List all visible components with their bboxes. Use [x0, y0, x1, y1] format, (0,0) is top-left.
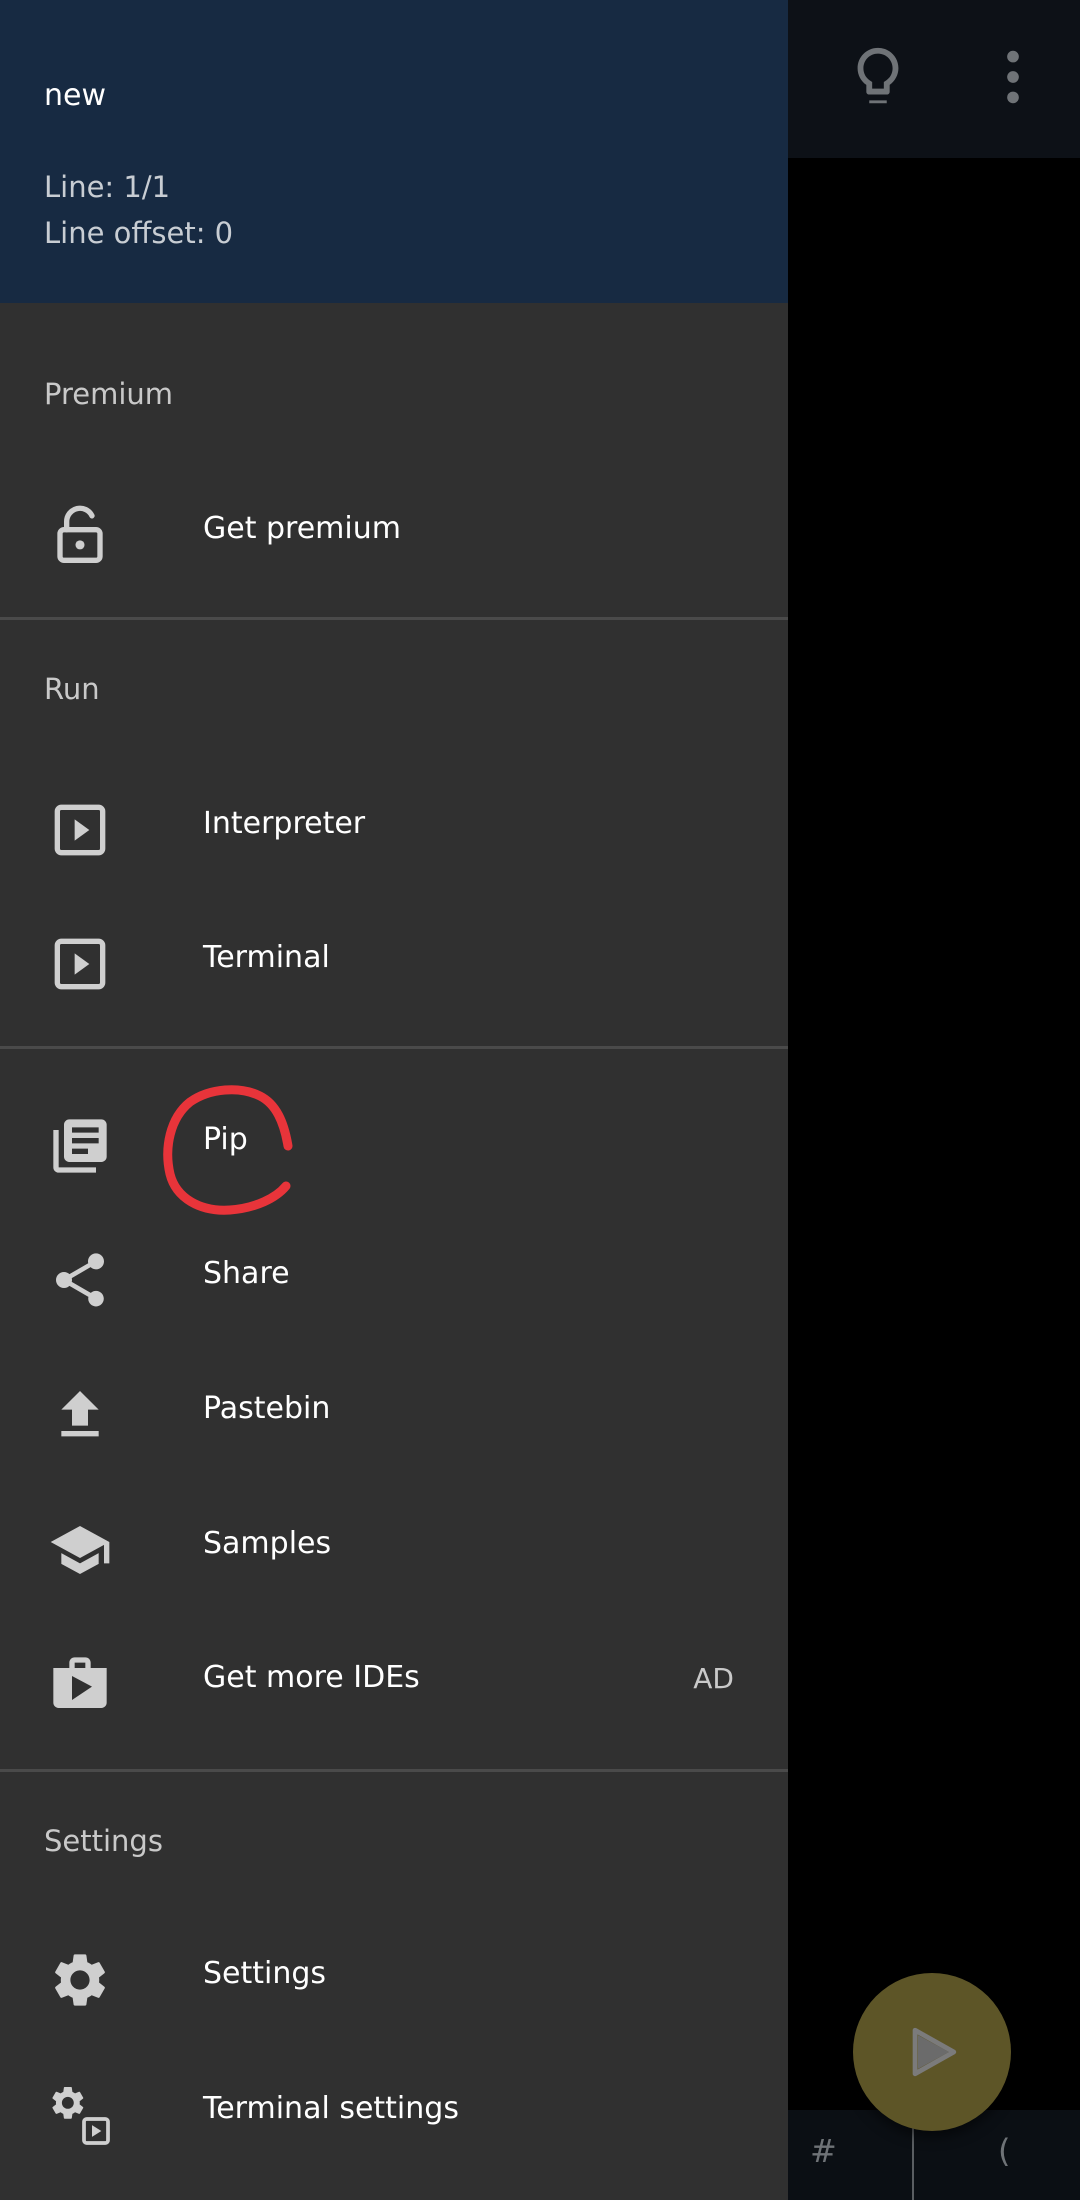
- more-vert-icon[interactable]: [978, 42, 1048, 112]
- line-info: Line: 1/1: [44, 170, 171, 204]
- gear-icon: [55, 1954, 105, 2006]
- menu-item-terminal[interactable]: Terminal: [0, 892, 788, 1026]
- line-offset-info: Line offset: 0: [44, 216, 234, 250]
- drawer-header: new Line: 1/1 Line offset: 0: [0, 0, 788, 303]
- menu-item-get-more-ides[interactable]: Get more IDEs AD: [0, 1612, 788, 1746]
- menu-item-pastebin[interactable]: Pastebin: [0, 1343, 788, 1477]
- play-icon: [912, 2027, 957, 2077]
- play-box-icon: [54, 804, 106, 856]
- divider: [0, 617, 788, 620]
- divider: [0, 1769, 788, 1772]
- menu-item-label: Terminal settings: [203, 2091, 459, 2126]
- section-title-run: Run: [44, 672, 100, 706]
- gear-play-icon: [52, 2086, 110, 2145]
- menu-item-label: Samples: [203, 1526, 332, 1561]
- school-icon: [50, 1526, 110, 1574]
- upload-icon: [61, 1391, 99, 1437]
- section-title-premium: Premium: [44, 377, 174, 411]
- menu-item-label: Get premium: [203, 511, 401, 546]
- shop-icon: [53, 1657, 107, 1708]
- run-fab-button[interactable]: [853, 1973, 1011, 2131]
- divider: [0, 1046, 788, 1049]
- symbol-paren[interactable]: (: [998, 2132, 1010, 2170]
- menu-item-share[interactable]: Share: [0, 1208, 788, 1342]
- menu-item-get-premium[interactable]: Get premium: [0, 463, 788, 597]
- menu-item-terminal-settings[interactable]: Terminal settings: [0, 2043, 788, 2177]
- section-title-settings: Settings: [44, 1824, 163, 1858]
- symbol-divider: [912, 2125, 914, 2200]
- symbol-hash[interactable]: #: [810, 2132, 837, 2170]
- menu-item-label: Get more IDEs: [203, 1660, 420, 1695]
- library-books-icon: [53, 1119, 107, 1173]
- navigation-drawer: new Line: 1/1 Line offset: 0 Premium Get…: [0, 0, 788, 2200]
- menu-item-label: Terminal: [203, 940, 330, 975]
- menu-item-label: Interpreter: [203, 806, 366, 841]
- lightbulb-icon[interactable]: [843, 42, 913, 112]
- menu-item-pip[interactable]: Pip: [0, 1074, 788, 1208]
- menu-item-settings[interactable]: Settings: [0, 1908, 788, 2042]
- lock-open-icon: [57, 505, 103, 563]
- menu-item-samples[interactable]: Samples: [0, 1478, 788, 1612]
- menu-item-label: Settings: [203, 1956, 327, 1991]
- share-icon: [56, 1253, 104, 1307]
- menu-item-label: Share: [203, 1256, 290, 1291]
- ad-badge: AD: [693, 1662, 734, 1695]
- menu-item-interpreter[interactable]: Interpreter: [0, 758, 788, 892]
- file-name: new: [44, 78, 107, 113]
- play-box-icon: [54, 938, 106, 990]
- menu-item-label: Pip: [203, 1122, 248, 1157]
- menu-item-label: Pastebin: [203, 1391, 331, 1426]
